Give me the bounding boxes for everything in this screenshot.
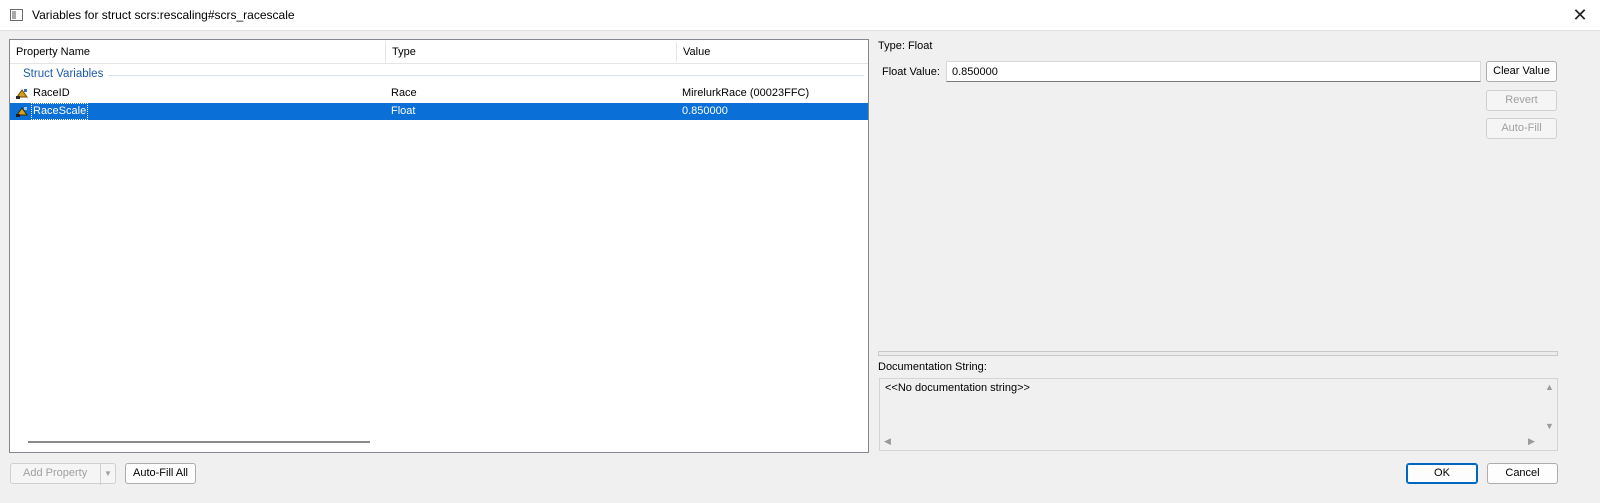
documentation-label: Documentation String: — [878, 361, 987, 373]
float-value-label: Float Value: — [882, 66, 940, 78]
tree-row-racescale[interactable]: RaceScale Float 0.850000 — [10, 103, 868, 120]
documentation-text: <<No documentation string>> — [885, 382, 1030, 394]
script-property-icon — [16, 107, 28, 117]
chevron-down-icon[interactable]: ▼ — [100, 464, 115, 485]
row-type: Float — [391, 105, 416, 117]
documentation-horizontal-scrollbar[interactable]: ◀ ▶ — [880, 434, 1542, 450]
type-label: Type: Float — [878, 40, 933, 52]
tree-header: Property Name Type Value — [10, 40, 868, 64]
clear-value-button[interactable]: Clear Value — [1486, 61, 1557, 82]
auto-fill-button[interactable]: Auto-Fill — [1486, 118, 1557, 139]
float-value-input[interactable] — [946, 61, 1481, 82]
title-bar: Variables for struct scrs:rescaling#scrs… — [0, 0, 1600, 31]
scroll-right-arrow-icon[interactable]: ▶ — [1528, 436, 1535, 447]
group-label-struct-variables[interactable]: Struct Variables — [23, 68, 103, 80]
column-header-type[interactable]: Type — [386, 40, 416, 64]
column-header-value[interactable]: Value — [677, 40, 710, 64]
window-title: Variables for struct scrs:rescaling#scrs… — [32, 8, 295, 22]
script-property-icon — [16, 89, 28, 99]
auto-fill-all-button[interactable]: Auto-Fill All — [125, 463, 196, 484]
scroll-up-arrow-icon[interactable]: ▲ — [1545, 382, 1554, 392]
row-name: RaceID — [33, 87, 70, 99]
cancel-button[interactable]: Cancel — [1487, 463, 1558, 484]
row-name: RaceScale — [31, 103, 89, 120]
group-divider — [108, 75, 864, 76]
revert-button[interactable]: Revert — [1486, 90, 1557, 111]
close-button[interactable]: ✕ — [1568, 4, 1592, 26]
row-type: Race — [391, 87, 417, 99]
row-value: 0.850000 — [682, 105, 728, 117]
scroll-down-arrow-icon[interactable]: ▼ — [1545, 421, 1554, 431]
property-tree[interactable]: Property Name Type Value Struct Variable… — [9, 39, 869, 453]
documentation-vertical-scrollbar[interactable]: ▲ ▼ — [1541, 379, 1557, 435]
documentation-box: <<No documentation string>> ▲ ▼ ◀ ▶ — [879, 378, 1558, 451]
scroll-left-arrow-icon[interactable]: ◀ — [884, 436, 891, 447]
ok-button[interactable]: OK — [1406, 463, 1478, 484]
window-icon — [10, 9, 23, 21]
column-header-property-name[interactable]: Property Name — [10, 40, 90, 64]
panel-splitter[interactable] — [878, 351, 1558, 356]
row-value: MirelurkRace (00023FFC) — [682, 87, 810, 99]
tree-row-raceid[interactable]: RaceID Race MirelurkRace (00023FFC) — [10, 85, 868, 102]
horizontal-scrollbar-thumb[interactable] — [28, 441, 370, 443]
